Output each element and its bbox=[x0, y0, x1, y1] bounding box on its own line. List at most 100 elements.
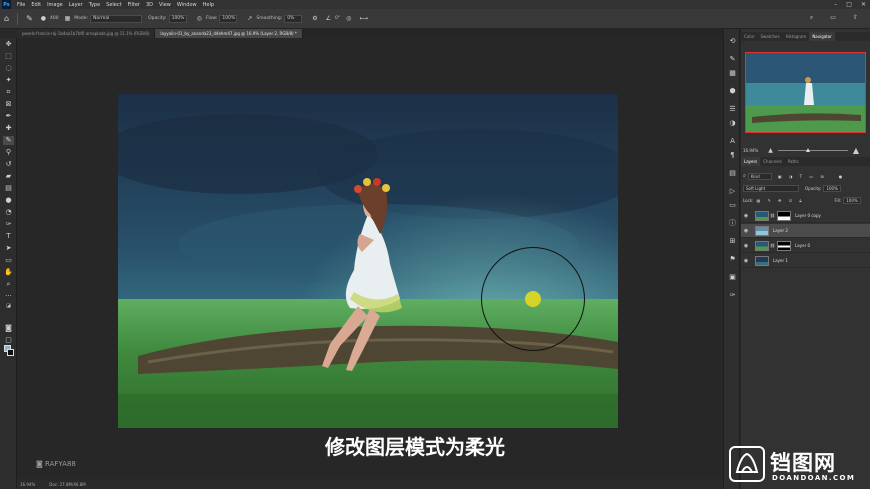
blend-mode-select[interactable]: Soft Light bbox=[743, 184, 799, 192]
eyedropper-tool-icon[interactable]: ✒ bbox=[3, 112, 14, 121]
pressure-size-icon[interactable]: ◎ bbox=[346, 15, 351, 22]
swatches-panel-icon[interactable]: ▣ bbox=[728, 273, 737, 282]
smoothing-options-icon[interactable]: ⚙ bbox=[312, 15, 317, 22]
brush-preset-icon[interactable]: ● bbox=[41, 15, 46, 22]
layer-comps-panel-icon[interactable]: ▭ bbox=[728, 201, 737, 210]
airbrush-icon[interactable]: ↗ bbox=[247, 15, 252, 22]
search-icon[interactable]: ⌕ bbox=[810, 14, 813, 22]
type-tool-icon[interactable]: T bbox=[3, 232, 14, 241]
doc-tab-1[interactable]: pexels-francis-raj-1b4aa1b7bf0 arnaplado… bbox=[17, 29, 156, 38]
navigator-preview[interactable] bbox=[745, 52, 866, 133]
visibility-eye-icon[interactable]: ◉ bbox=[741, 213, 751, 219]
opacity-field[interactable]: 100% bbox=[168, 14, 187, 23]
doc-tab-2[interactable]: layyalin-01_by_ananda23_d4ehm47.jpg @ 16… bbox=[155, 29, 303, 38]
menu-edit[interactable]: Edit bbox=[31, 2, 41, 8]
screen-mode-icon[interactable]: ▢ bbox=[3, 336, 14, 345]
layer-row[interactable]: ◉ ⛓︎ Layer 0 bbox=[741, 239, 870, 253]
background-color-swatch[interactable] bbox=[7, 349, 14, 356]
filter-toggle-icon[interactable]: ● bbox=[839, 174, 843, 179]
marquee-tool-icon[interactable]: ⬚ bbox=[3, 52, 14, 61]
visibility-eye-icon[interactable]: ◉ bbox=[741, 243, 751, 249]
layer-mask-thumbnail[interactable] bbox=[777, 210, 792, 221]
actions-panel-icon[interactable]: ▷ bbox=[728, 187, 737, 196]
share-icon[interactable]: ⇧ bbox=[853, 14, 858, 22]
character-panel-icon[interactable]: A bbox=[728, 137, 737, 146]
status-zoom[interactable]: 16.94% bbox=[20, 482, 35, 487]
menu-select[interactable]: Select bbox=[106, 2, 121, 8]
quick-mask-icon[interactable]: ◙ bbox=[3, 324, 14, 333]
menu-filter[interactable]: Filter bbox=[128, 2, 140, 8]
brush-tool-icon[interactable]: ✎ bbox=[3, 136, 14, 145]
maximize-icon[interactable]: □ bbox=[846, 1, 852, 8]
eraser-tool-icon[interactable]: ▰ bbox=[3, 172, 14, 181]
libraries-panel-icon[interactable]: ▤ bbox=[728, 169, 737, 178]
menu-layer[interactable]: Layer bbox=[69, 2, 83, 8]
mode-select[interactable]: Normal bbox=[90, 14, 143, 23]
pen-tool-icon[interactable]: ✑ bbox=[3, 220, 14, 229]
lock-icons[interactable]: ▦ ✎ ✥ ⊡ 🔒︎ bbox=[756, 198, 804, 203]
menu-window[interactable]: Window bbox=[177, 2, 197, 8]
tab-channels[interactable]: Channels bbox=[760, 157, 785, 166]
layer-name[interactable]: Layer 1 bbox=[773, 258, 788, 263]
layer-filter-select[interactable]: Kind bbox=[747, 172, 772, 180]
info-panel-icon[interactable]: ⓘ bbox=[728, 219, 737, 228]
paragraph-panel-icon[interactable]: ¶ bbox=[728, 151, 737, 160]
brush-settings-icon[interactable]: ▦ bbox=[65, 15, 71, 22]
layer-row[interactable]: ◉ Layer 1 bbox=[741, 254, 870, 268]
history-panel-icon[interactable]: ⟲ bbox=[728, 37, 737, 46]
lasso-tool-icon[interactable]: ◌ bbox=[3, 64, 14, 73]
layer-opacity-field[interactable]: 100% bbox=[823, 184, 842, 192]
tab-navigator[interactable]: Navigator bbox=[809, 32, 835, 41]
shape-tool-icon[interactable]: ▭ bbox=[3, 256, 14, 265]
menu-image[interactable]: Image bbox=[47, 2, 63, 8]
zoom-out-icon[interactable]: ▲ bbox=[768, 147, 773, 154]
more-tools-icon[interactable]: ··· bbox=[3, 292, 14, 301]
visibility-eye-icon[interactable]: ◉ bbox=[741, 228, 751, 234]
angle-icon[interactable]: ∠ bbox=[326, 15, 331, 22]
history-brush-tool-icon[interactable]: ↺ bbox=[3, 160, 14, 169]
close-icon[interactable]: ✕ bbox=[861, 1, 866, 8]
minimize-icon[interactable]: – bbox=[834, 1, 837, 8]
tab-histogram[interactable]: Histogram bbox=[783, 32, 810, 41]
hand-tool-icon[interactable]: ✋ bbox=[3, 268, 14, 277]
tab-color[interactable]: Color bbox=[741, 32, 757, 41]
zoom-slider[interactable] bbox=[777, 147, 848, 152]
path-select-tool-icon[interactable]: ➤ bbox=[3, 244, 14, 253]
canvas-area[interactable]: 修改图层模式为柔光 ◙ RAFYA88 bbox=[17, 38, 723, 479]
flow-field[interactable]: 100% bbox=[219, 14, 238, 23]
timeline-panel-icon[interactable]: ⊞ bbox=[728, 237, 737, 246]
smoothing-field[interactable]: 0% bbox=[284, 14, 303, 23]
brushes-panel-icon[interactable]: ▦ bbox=[728, 69, 737, 78]
properties-panel-icon[interactable]: ☰ bbox=[728, 105, 737, 114]
menu-view[interactable]: View bbox=[159, 2, 171, 8]
layer-row[interactable]: ◉ ⛓︎ Layer 0 copy bbox=[741, 209, 870, 223]
quick-select-tool-icon[interactable]: ✦ bbox=[3, 76, 14, 85]
symmetry-icon[interactable]: ⟷ bbox=[359, 15, 368, 22]
home-icon[interactable]: ⌂ bbox=[4, 14, 9, 23]
menu-type[interactable]: Type bbox=[89, 2, 100, 8]
pressure-opacity-icon[interactable]: ◎ bbox=[197, 15, 202, 22]
healing-tool-icon[interactable]: ✚ bbox=[3, 124, 14, 133]
brush-settings-panel-icon[interactable]: ✎ bbox=[728, 55, 737, 64]
workspace-icon[interactable]: ▭ bbox=[830, 14, 836, 22]
menu-3d[interactable]: 3D bbox=[146, 2, 153, 8]
zoom-slider-knob[interactable] bbox=[805, 147, 810, 152]
dodge-tool-icon[interactable]: ◔ bbox=[3, 208, 14, 217]
frame-tool-icon[interactable]: ⊠ bbox=[3, 100, 14, 109]
layer-fill-field[interactable]: 100% bbox=[843, 196, 862, 204]
layer-name[interactable]: Layer 0 copy bbox=[795, 213, 821, 218]
gradient-tool-icon[interactable]: ▤ bbox=[3, 184, 14, 193]
tab-paths[interactable]: Paths bbox=[785, 157, 802, 166]
3d-panel-icon[interactable]: ⬢ bbox=[728, 87, 737, 96]
tab-swatches[interactable]: Swatches bbox=[757, 32, 782, 41]
stamp-tool-icon[interactable]: ⚲ bbox=[3, 148, 14, 157]
layer-mask-thumbnail[interactable] bbox=[777, 240, 792, 251]
tab-layers[interactable]: Layers bbox=[741, 157, 761, 166]
crop-tool-icon[interactable]: ⌗ bbox=[3, 88, 14, 97]
adjustments-panel-icon[interactable]: ◑ bbox=[728, 119, 737, 128]
styles-panel-icon[interactable]: ⚑ bbox=[728, 255, 737, 264]
layer-name[interactable]: Layer 2 bbox=[773, 228, 788, 233]
navigator-zoom-value[interactable]: 16.94% bbox=[743, 148, 758, 153]
menu-file[interactable]: File bbox=[17, 2, 25, 8]
menu-help[interactable]: Help bbox=[203, 2, 214, 8]
